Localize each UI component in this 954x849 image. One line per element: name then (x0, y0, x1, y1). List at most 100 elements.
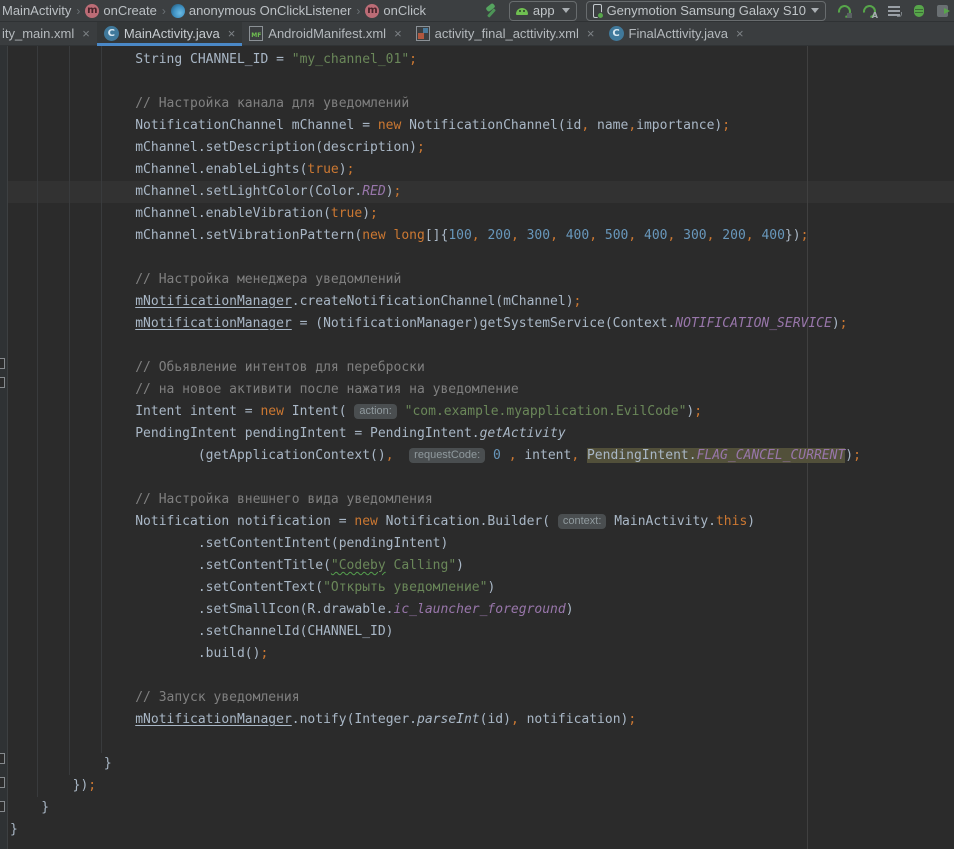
code-line[interactable]: Notification notification = new Notifica… (10, 511, 861, 533)
code-line[interactable]: .setChannelId(CHANNEL_ID) (10, 621, 861, 643)
code-token: mNotificationManager (135, 294, 292, 309)
code-line[interactable]: .setContentIntent(pendingIntent) (10, 533, 861, 555)
code-token: PendingIntent. (587, 448, 697, 463)
fold-marker[interactable] (0, 777, 5, 788)
code-token (675, 228, 683, 243)
code-token: ) (386, 184, 394, 199)
code-line[interactable]: Intent intent = new Intent( action: "com… (10, 401, 861, 423)
code-line[interactable]: NotificationChannel mChannel = new Notif… (10, 115, 861, 137)
tab-ity_main.xml[interactable]: ity_main.xml× (0, 22, 97, 45)
breadcrumb-label: MainActivity (2, 3, 71, 18)
code-line[interactable]: // Запуск уведомления (10, 687, 861, 709)
code-token (597, 228, 605, 243)
layout-icon (416, 26, 430, 41)
code-token: 300 (683, 228, 706, 243)
build-hammer-icon[interactable] (484, 3, 500, 19)
close-icon[interactable]: × (736, 27, 744, 40)
code-line[interactable] (10, 731, 861, 753)
param-hint-chip: requestCode: (409, 448, 485, 463)
fold-marker[interactable] (0, 377, 5, 388)
code-line[interactable] (10, 71, 861, 93)
code-line[interactable]: .setContentTitle("Codeby Calling") (10, 555, 861, 577)
fold-marker[interactable] (0, 358, 5, 369)
code-line[interactable]: .build(); (10, 643, 861, 665)
code-line[interactable]: .setContentText("Открыть уведомление") (10, 577, 861, 599)
code-token: NotificationChannel(id (401, 118, 581, 133)
breadcrumb-separator: › (159, 4, 169, 18)
code-line[interactable]: mNotificationManager.notify(Integer.pars… (10, 709, 861, 731)
code-token: ; (394, 184, 402, 199)
code-line[interactable] (10, 247, 861, 269)
code-line[interactable]: // на новое активити после нажатия на ув… (10, 379, 861, 401)
code-line[interactable]: } (10, 797, 861, 819)
code-line[interactable]: mChannel.setVibrationPattern(new long[]{… (10, 225, 861, 247)
code-token: ; (722, 118, 730, 133)
code-token: name (589, 118, 628, 133)
code-line[interactable] (10, 665, 861, 687)
code-token: 300 (527, 228, 550, 243)
code-token: mChannel.setVibrationPattern( (10, 228, 362, 243)
tab-MainActivity.java[interactable]: CMainActivity.java× (97, 22, 242, 45)
device-select[interactable]: Genymotion Samsung Galaxy S10 (586, 1, 826, 21)
method-icon: m (365, 4, 379, 18)
code-token: .notify(Integer. (292, 712, 417, 727)
code-line[interactable]: mChannel.enableLights(true); (10, 159, 861, 181)
breadcrumb-item[interactable]: monCreate (83, 3, 158, 18)
code-token: ; (574, 294, 582, 309)
code-line[interactable]: } (10, 753, 861, 775)
tab-FinalActtivity.java[interactable]: CFinalActtivity.java× (602, 22, 751, 45)
fold-marker[interactable] (0, 801, 5, 812)
code-token: mChannel.enableVibration( (10, 206, 331, 221)
apply-changes-restart-icon[interactable] (838, 4, 852, 18)
code-line[interactable]: }); (10, 775, 861, 797)
tab-AndroidManifest.xml[interactable]: MFAndroidManifest.xml× (242, 22, 408, 45)
debug-icon[interactable] (914, 5, 924, 17)
apply-code-changes-icon[interactable] (863, 4, 877, 18)
code-token: String CHANNEL_ID = (10, 52, 292, 67)
code-token: 400 (566, 228, 589, 243)
profiler-icon[interactable] (888, 5, 901, 17)
code-line[interactable]: mChannel.setLightColor(Color.RED); (10, 181, 861, 203)
code-token: (id) (480, 712, 511, 727)
code-area[interactable]: String CHANNEL_ID = "my_channel_01"; // … (10, 49, 861, 841)
code-line[interactable]: } (10, 819, 861, 841)
tab-label: AndroidManifest.xml (268, 26, 386, 41)
code-line[interactable]: mChannel.setDescription(description); (10, 137, 861, 159)
attach-debugger-icon[interactable] (937, 5, 948, 17)
code-line[interactable]: // Обьявление интентов для переброски (10, 357, 861, 379)
code-line[interactable]: mNotificationManager.createNotificationC… (10, 291, 861, 313)
breadcrumb-separator: › (73, 4, 83, 18)
code-line[interactable]: mNotificationManager = (NotificationMana… (10, 313, 861, 335)
code-token (501, 448, 509, 463)
close-icon[interactable]: × (82, 27, 90, 40)
code-line[interactable]: (getApplicationContext(), requestCode: 0… (10, 445, 861, 467)
code-line[interactable]: .setSmallIcon(R.drawable.ic_launcher_for… (10, 599, 861, 621)
param-hint-chip: context: (558, 514, 607, 529)
run-config-select[interactable]: app (509, 1, 577, 21)
code-token: new (362, 228, 385, 243)
navigation-bar: MainActivity›monCreate›anonymous OnClick… (0, 0, 954, 22)
breadcrumb-item[interactable]: MainActivity (0, 3, 73, 18)
code-line[interactable] (10, 335, 861, 357)
fold-marker[interactable] (0, 753, 5, 764)
code-line[interactable]: // Настройка менеджера уведомлений (10, 269, 861, 291)
breadcrumb-item[interactable]: anonymous OnClickListener (169, 3, 354, 18)
code-token: 500 (605, 228, 628, 243)
close-icon[interactable]: × (394, 27, 402, 40)
code-token: mChannel.setDescription(description) (10, 140, 417, 155)
code-token: new (260, 404, 283, 419)
code-line[interactable]: PendingIntent pendingIntent = PendingInt… (10, 423, 861, 445)
code-token: PendingIntent pendingIntent = PendingInt… (10, 426, 480, 441)
code-line[interactable]: // Настройка внешнего вида уведомления (10, 489, 861, 511)
breadcrumb-item[interactable]: monClick (363, 3, 428, 18)
code-line[interactable] (10, 467, 861, 489)
close-icon[interactable]: × (228, 27, 236, 40)
close-icon[interactable]: × (587, 27, 595, 40)
breadcrumb: MainActivity›monCreate›anonymous OnClick… (0, 0, 428, 21)
tab-activity_final_acttivity.xml[interactable]: activity_final_acttivity.xml× (409, 22, 602, 45)
code-token: ) (566, 602, 574, 617)
code-line[interactable]: // Настройка канала для уведомлений (10, 93, 861, 115)
code-line[interactable]: String CHANNEL_ID = "my_channel_01"; (10, 49, 861, 71)
chevron-down-icon (811, 8, 819, 13)
code-line[interactable]: mChannel.enableVibration(true); (10, 203, 861, 225)
